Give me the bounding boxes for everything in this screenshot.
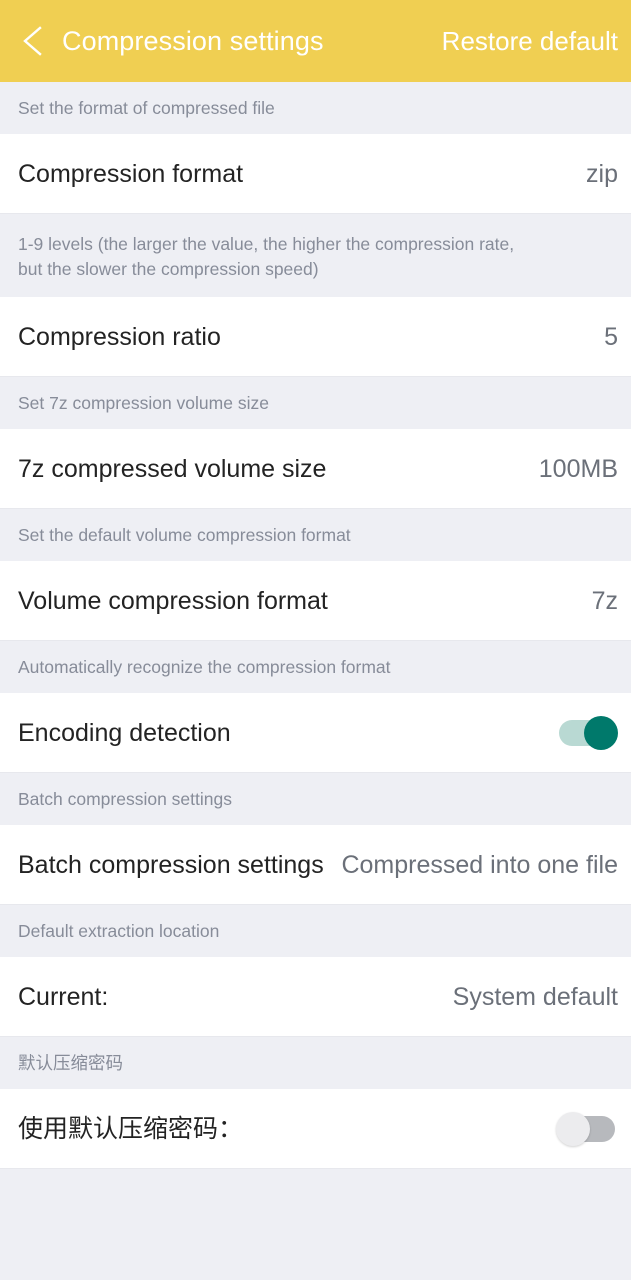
row-value: 100MB xyxy=(538,454,618,483)
encoding-detection-toggle[interactable] xyxy=(556,715,618,750)
row-label: Volume compression format xyxy=(18,586,328,615)
row-label: Encoding detection xyxy=(18,718,231,747)
bottom-filler xyxy=(0,1169,631,1280)
section-header-batch-compression: Batch compression settings xyxy=(0,773,631,825)
use-default-password-toggle[interactable] xyxy=(556,1111,618,1146)
toggle-thumb xyxy=(584,715,618,750)
row-value: System default xyxy=(452,982,618,1011)
app-bar: Compression settings Restore default xyxy=(0,0,631,82)
section-header-7z-volume-size: Set 7z compression volume size xyxy=(0,377,631,429)
app-bar-left-group: Compression settings xyxy=(18,24,442,58)
row-use-default-password[interactable]: 使用默认压缩密码： xyxy=(0,1089,631,1169)
row-value: 7z xyxy=(591,586,618,615)
compression-settings-screen: Compression settings Restore default Set… xyxy=(0,0,631,1280)
row-batch-compression-settings[interactable]: Batch compression settings Compressed in… xyxy=(0,825,631,905)
section-header-line-2: but the slower the compression speed) xyxy=(18,259,319,279)
row-encoding-detection[interactable]: Encoding detection xyxy=(0,693,631,773)
row-label: 7z compressed volume size xyxy=(18,454,327,483)
section-header-encoding-detection: Automatically recognize the compression … xyxy=(0,641,631,693)
row-label: Batch compression settings xyxy=(18,850,324,879)
section-header-default-extraction-location: Default extraction location xyxy=(0,905,631,957)
section-header-volume-compression-format: Set the default volume compression forma… xyxy=(0,509,631,561)
restore-default-button[interactable]: Restore default xyxy=(442,26,618,56)
section-header-compression-ratio: 1-9 levels (the larger the value, the hi… xyxy=(0,214,631,297)
row-value: zip xyxy=(586,159,618,188)
section-header-line-1: 1-9 levels (the larger the value, the hi… xyxy=(18,234,515,254)
section-header-compression-format: Set the format of compressed file xyxy=(0,82,631,134)
row-current-extraction-location[interactable]: Current: System default xyxy=(0,957,631,1037)
row-compression-format[interactable]: Compression format zip xyxy=(0,134,631,214)
row-value: Compressed into one file xyxy=(341,850,618,879)
row-label: 使用默认压缩密码： xyxy=(18,1114,244,1143)
row-label: Compression format xyxy=(18,159,244,188)
row-volume-compression-format[interactable]: Volume compression format 7z xyxy=(0,561,631,641)
row-label: Compression ratio xyxy=(18,322,221,351)
toggle-thumb xyxy=(556,1111,590,1146)
page-title: Compression settings xyxy=(62,26,324,56)
row-compression-ratio[interactable]: Compression ratio 5 xyxy=(0,297,631,377)
row-value: 5 xyxy=(604,322,618,351)
row-7z-compressed-volume-size[interactable]: 7z compressed volume size 100MB xyxy=(0,429,631,509)
row-label: Current: xyxy=(18,982,109,1011)
section-header-default-password: 默认压缩密码 xyxy=(0,1037,631,1089)
chevron-left-icon[interactable] xyxy=(18,24,48,58)
